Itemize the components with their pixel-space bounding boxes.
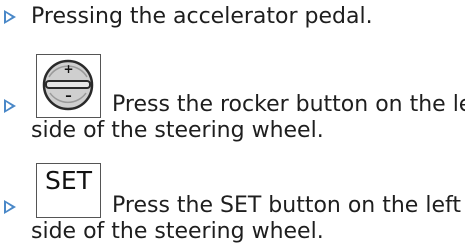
item-text: Pressing the accelerator pedal. [31, 4, 373, 29]
triangle-bullet-icon [4, 200, 16, 214]
item-text-line-1: Press the SET button on the left [112, 193, 461, 218]
set-button-icon: SET [36, 163, 101, 218]
item-text-line-2: side of the steering wheel. [31, 219, 324, 244]
minus-glyph: – [65, 89, 72, 104]
rocker-button-icon: + – [36, 54, 101, 118]
triangle-bullet-icon [4, 10, 16, 24]
item-text-line-1: Press the rocker button on the left [112, 92, 465, 117]
set-label: SET [45, 166, 92, 195]
triangle-bullet-icon [4, 99, 16, 113]
plus-glyph: + [63, 62, 74, 76]
item-text-line-2: side of the steering wheel. [31, 118, 324, 143]
